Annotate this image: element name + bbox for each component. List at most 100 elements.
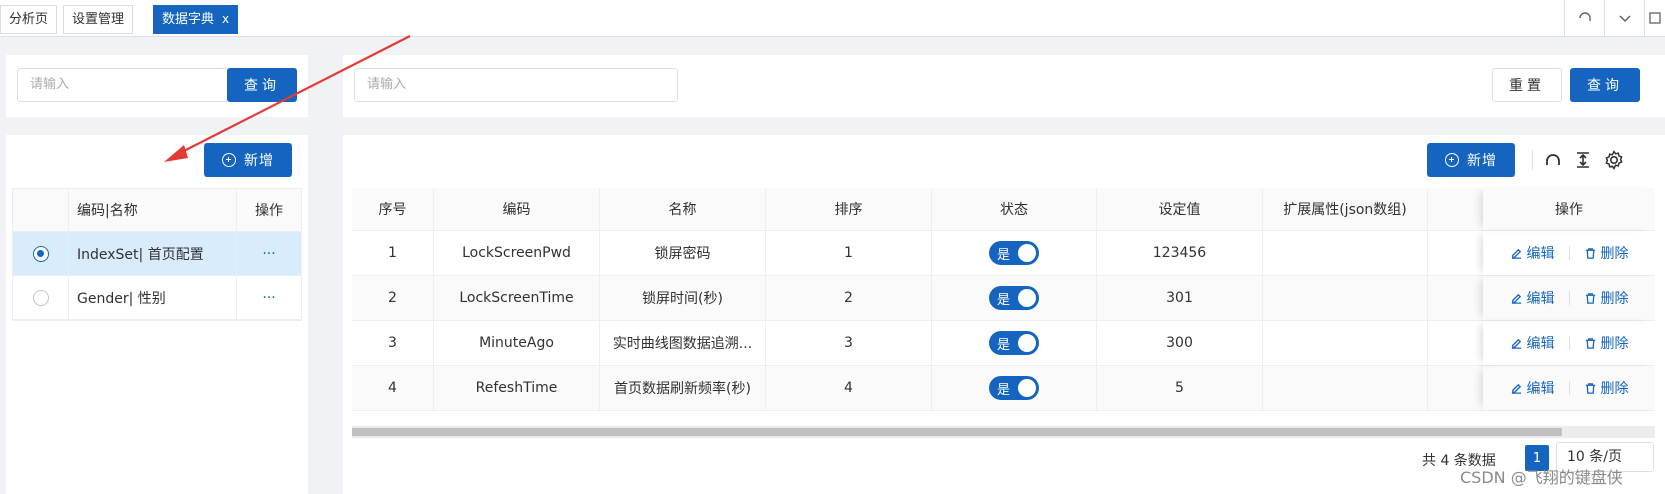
fullscreen-button[interactable] xyxy=(1644,0,1665,36)
cell-status: 是 xyxy=(932,321,1097,365)
plus-circle-icon xyxy=(1445,153,1459,167)
cell-spacer xyxy=(1428,231,1483,275)
tab-data-dictionary[interactable]: 数据字典 x xyxy=(153,5,239,34)
right-add-button[interactable]: 新增 xyxy=(1427,143,1515,177)
cell-code: MinuteAgo xyxy=(434,321,600,365)
plus-circle-icon xyxy=(222,153,236,167)
table-row[interactable]: 4 RefeshTime 首页数据刷新频率(秒) 4 是 5 编辑 删除 xyxy=(352,366,1655,411)
tab-label: 设置管理 xyxy=(72,12,125,27)
cell-code: LockScreenPwd xyxy=(434,231,600,275)
table-header: 编码|名称 操作 xyxy=(13,189,301,232)
cell-sort: 4 xyxy=(766,366,932,410)
radio-button[interactable] xyxy=(32,289,49,306)
cell-sort: 3 xyxy=(766,321,932,365)
cell-status: 是 xyxy=(932,231,1097,275)
radio-button[interactable] xyxy=(32,245,49,262)
placeholder-text: 请输入 xyxy=(30,77,70,92)
cell-ext xyxy=(1263,276,1428,320)
switch-knob xyxy=(1018,244,1036,262)
more-actions-button[interactable]: ··· xyxy=(237,232,301,275)
trash-icon xyxy=(1585,382,1595,394)
settings-button[interactable] xyxy=(1602,148,1626,172)
cell-status: 是 xyxy=(932,276,1097,320)
tab-analysis[interactable]: 分析页 xyxy=(0,5,58,34)
edit-icon xyxy=(1511,383,1521,394)
left-add-button[interactable]: 新增 xyxy=(204,143,292,177)
delete-button[interactable]: 删除 xyxy=(1584,333,1629,353)
refresh-button[interactable] xyxy=(1541,148,1565,172)
left-search-input[interactable]: 请输入 xyxy=(17,68,229,102)
right-search-input[interactable]: 请输入 xyxy=(354,68,678,102)
delete-label: 删除 xyxy=(1600,336,1629,352)
cell-spacer xyxy=(1428,276,1483,320)
cell-op: 编辑 删除 xyxy=(1483,321,1655,365)
status-switch[interactable]: 是 xyxy=(989,331,1039,355)
table-row[interactable]: 2 LockScreenTime 锁屏时间(秒) 2 是 301 编辑 删除 xyxy=(352,276,1655,321)
trash-icon xyxy=(1585,247,1595,259)
header-ext: 扩展属性(json数组) xyxy=(1263,188,1428,230)
op-divider xyxy=(1568,291,1570,305)
cell-name: 锁屏时间(秒) xyxy=(600,276,766,320)
tab-bar: 分析页 设置管理 数据字典 x xyxy=(0,0,1665,37)
switch-label: 是 xyxy=(997,247,1011,263)
edit-label: 编辑 xyxy=(1526,336,1555,352)
status-switch[interactable]: 是 xyxy=(989,376,1039,400)
button-label: 查询 xyxy=(1587,78,1623,94)
tab-settings[interactable]: 设置管理 xyxy=(63,5,134,34)
cell-op: 编辑 删除 xyxy=(1483,276,1655,320)
cell-code: RefeshTime xyxy=(434,366,600,410)
edit-button[interactable]: 编辑 xyxy=(1510,333,1555,353)
cell-idx: 4 xyxy=(352,366,434,410)
reset-button[interactable]: 重置 xyxy=(1492,68,1562,102)
edit-button[interactable]: 编辑 xyxy=(1510,243,1555,263)
delete-button[interactable]: 删除 xyxy=(1584,243,1629,263)
delete-label: 删除 xyxy=(1600,381,1629,397)
refresh-tab-button[interactable] xyxy=(1564,0,1604,36)
header-op: 操作 xyxy=(255,203,283,219)
edit-label: 编辑 xyxy=(1526,381,1555,397)
more-actions-button[interactable]: ··· xyxy=(237,276,301,319)
table-row[interactable]: IndexSet| 首页配置 ··· xyxy=(13,232,301,276)
close-icon[interactable]: x xyxy=(222,12,229,26)
header-name: 名称 xyxy=(600,188,766,230)
trash-icon xyxy=(1585,337,1595,349)
table-row[interactable]: 1 LockScreenPwd 锁屏密码 1 是 123456 编辑 删除 xyxy=(352,231,1655,276)
edit-button[interactable]: 编辑 xyxy=(1510,288,1555,308)
right-query-button[interactable]: 查询 xyxy=(1570,68,1640,102)
fullscreen-icon xyxy=(1649,12,1661,24)
switch-label: 是 xyxy=(997,337,1011,353)
edit-button[interactable]: 编辑 xyxy=(1510,378,1555,398)
delete-label: 删除 xyxy=(1600,291,1629,307)
header-status: 状态 xyxy=(932,188,1097,230)
status-switch[interactable]: 是 xyxy=(989,286,1039,310)
cell-name: 锁屏密码 xyxy=(600,231,766,275)
table-row[interactable]: Gender| 性别 ··· xyxy=(13,276,301,320)
table-row[interactable]: 3 MinuteAgo 实时曲线图数据追溯... 3 是 300 编辑 删除 xyxy=(352,321,1655,366)
edit-icon xyxy=(1511,293,1521,304)
button-label: 新增 xyxy=(1467,153,1497,169)
delete-label: 删除 xyxy=(1600,246,1629,262)
left-query-button[interactable]: 查询 xyxy=(227,68,297,102)
horizontal-scrollbar-thumb[interactable] xyxy=(352,428,1562,436)
switch-knob xyxy=(1018,289,1036,307)
row-label: IndexSet| 首页配置 xyxy=(69,232,237,275)
status-switch[interactable]: 是 xyxy=(989,241,1039,265)
radio-cell xyxy=(13,276,69,319)
cell-name: 首页数据刷新频率(秒) xyxy=(600,366,766,410)
table-header: 序号 编码 名称 排序 状态 设定值 扩展属性(json数组) 操作 xyxy=(352,188,1655,231)
cell-op: 编辑 删除 xyxy=(1483,231,1655,275)
cell-idx: 2 xyxy=(352,276,434,320)
cell-idx: 1 xyxy=(352,231,434,275)
cell-spacer xyxy=(1428,366,1483,410)
header-value: 设定值 xyxy=(1097,188,1263,230)
delete-button[interactable]: 删除 xyxy=(1584,288,1629,308)
cell-value: 123456 xyxy=(1097,231,1263,275)
tab-dropdown-button[interactable] xyxy=(1604,0,1644,36)
cell-spacer xyxy=(1428,321,1483,365)
edit-label: 编辑 xyxy=(1526,291,1555,307)
cell-sort: 1 xyxy=(766,231,932,275)
column-height-button[interactable] xyxy=(1571,148,1595,172)
cell-status: 是 xyxy=(932,366,1097,410)
trash-icon xyxy=(1585,292,1595,304)
delete-button[interactable]: 删除 xyxy=(1584,378,1629,398)
